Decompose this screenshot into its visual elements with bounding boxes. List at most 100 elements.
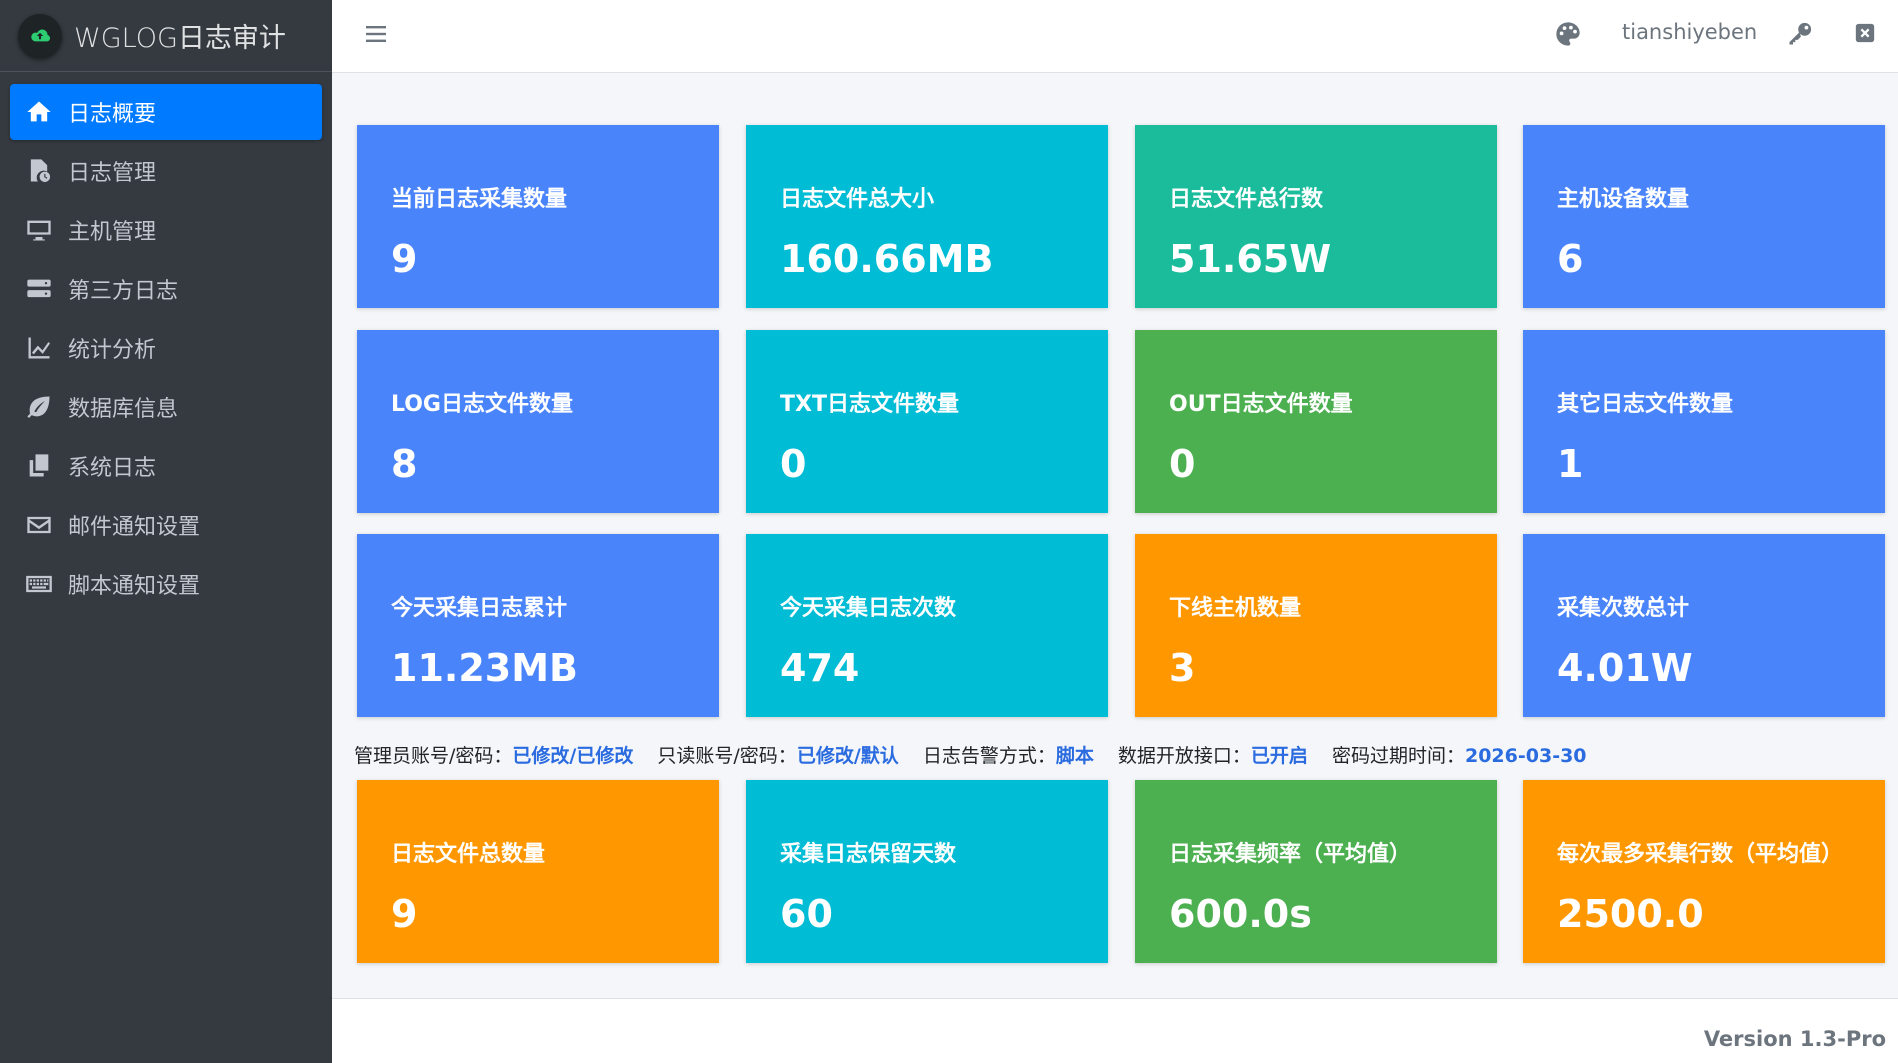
card-label: TXT日志文件数量 [780,392,959,417]
card-label: 今天采集日志次数 [780,596,957,621]
key-icon[interactable] [1786,20,1816,50]
card-value: 600.0s [1169,892,1312,936]
card-label: 当前日志采集数量 [391,187,568,212]
top-navbar: tianshiyeben [332,0,1898,73]
card-label: 日志文件总大小 [780,187,935,212]
alert-method-status: 日志告警方式：脚本 [923,745,1094,767]
card-value: 3 [1169,646,1196,690]
stat-card: OUT日志文件数量 0 [1135,330,1497,513]
sidebar-nav: 日志概要 日志管理 主机管理 第三方日志 统计分析 数据库信息 系统日志 邮件通… [0,72,332,627]
sidebar-item-label: 邮件通知设置 [68,515,201,540]
sidebar-item-overview[interactable]: 日志概要 [10,84,322,140]
info-value: 已开启 [1250,745,1308,767]
stat-card: 今天采集日志次数 474 [746,534,1108,717]
stat-card: 日志采集频率（平均值） 600.0s [1135,780,1497,963]
sidebar-item-log-management[interactable]: 日志管理 [10,143,322,199]
readonly-account-status: 只读账号/密码：已修改/默认 [657,745,898,767]
card-value: 51.65W [1169,237,1332,281]
card-value: 9 [391,237,418,281]
card-label: LOG日志文件数量 [391,392,573,417]
stat-card: 每次最多采集行数（平均值） 2500.0 [1523,780,1885,963]
card-label: 日志采集频率（平均值） [1169,842,1412,867]
sidebar-item-statistics[interactable]: 统计分析 [10,320,322,376]
stat-card: 采集日志保留天数 60 [746,780,1108,963]
card-value: 1 [1557,442,1584,486]
sidebar-item-label: 第三方日志 [68,279,179,304]
envelope-icon [24,510,54,540]
app-title: WGLOG日志审计 [74,23,286,54]
card-value: 9 [391,892,418,936]
info-value: 脚本 [1055,745,1094,767]
card-label: 下线主机数量 [1169,596,1302,621]
home-icon [24,97,54,127]
card-label: 日志文件总数量 [391,842,546,867]
sidebar-item-third-party-logs[interactable]: 第三方日志 [10,261,322,317]
username[interactable]: tianshiyeben [1622,20,1757,44]
info-label: 日志告警方式： [922,745,1056,767]
card-value: 8 [391,442,418,486]
password-expiry-status: 密码过期时间：2026-03-30 [1332,745,1587,767]
card-value: 6 [1557,237,1584,281]
stat-card: 今天采集日志累计 11.23MB [357,534,719,717]
stat-card: 当前日志采集数量 9 [357,125,719,308]
desktop-icon [24,215,54,245]
sidebar-item-label: 主机管理 [68,220,157,245]
card-label: 每次最多采集行数（平均值） [1557,842,1844,867]
server-icon [24,274,54,304]
stat-card: 采集次数总计 4.01W [1523,534,1885,717]
main-content: 当前日志采集数量 9 日志文件总大小 160.66MB 日志文件总行数 51.6… [332,73,1898,998]
footer: Version 1.3-Pro [332,998,1898,1063]
card-label: 采集日志保留天数 [780,842,957,867]
card-label: 今天采集日志累计 [391,596,568,621]
info-value: 已修改/默认 [796,745,899,767]
card-value: 11.23MB [391,646,578,690]
leaf-icon [24,392,54,422]
card-value: 0 [1169,442,1196,486]
sidebar-item-label: 日志概要 [68,102,157,127]
api-status: 数据开放接口：已开启 [1118,745,1308,767]
stat-card: 日志文件总大小 160.66MB [746,125,1108,308]
info-label: 管理员账号/密码： [354,745,513,767]
info-label: 密码过期时间： [1331,745,1465,767]
card-value: 0 [780,442,807,486]
sidebar-item-label: 系统日志 [68,456,157,481]
sidebar-item-script-notification[interactable]: 脚本通知设置 [10,556,322,612]
card-label: 日志文件总行数 [1169,187,1324,212]
sidebar-item-label: 统计分析 [68,338,157,363]
card-label: 其它日志文件数量 [1557,392,1734,417]
version-label: Version 1.3-Pro [1703,1027,1886,1051]
sidebar-item-label: 日志管理 [68,161,157,186]
chart-line-icon [24,333,54,363]
card-value: 474 [780,646,860,690]
file-clock-icon [24,156,54,186]
status-info-line: 管理员账号/密码：已修改/已修改 只读账号/密码：已修改/默认 日志告警方式：脚… [354,741,1605,768]
cloud-upload-logo-icon [18,13,62,58]
info-value: 2026-03-30 [1464,745,1587,767]
stat-card: 日志文件总行数 51.65W [1135,125,1497,308]
sidebar-item-system-logs[interactable]: 系统日志 [10,438,322,494]
sidebar-item-host-management[interactable]: 主机管理 [10,202,322,258]
sidebar-item-database-info[interactable]: 数据库信息 [10,379,322,435]
stat-card: LOG日志文件数量 8 [357,330,719,513]
stat-card: 下线主机数量 3 [1135,534,1497,717]
keyboard-icon [24,569,54,599]
sidebar: WGLOG日志审计 日志概要 日志管理 主机管理 第三方日志 统计分析 数据库信… [0,0,332,1063]
card-label: 采集次数总计 [1557,596,1690,621]
admin-account-status: 管理员账号/密码：已修改/已修改 [354,745,633,767]
card-value: 2500.0 [1557,892,1704,936]
stat-card: 主机设备数量 6 [1523,125,1885,308]
card-label: 主机设备数量 [1557,187,1690,212]
sidebar-item-label: 脚本通知设置 [68,574,201,599]
stat-card: 其它日志文件数量 1 [1523,330,1885,513]
close-icon[interactable] [1854,22,1880,48]
stat-card: TXT日志文件数量 0 [746,330,1108,513]
card-label: OUT日志文件数量 [1169,392,1353,417]
menu-toggle-icon[interactable] [364,22,392,50]
brand[interactable]: WGLOG日志审计 [0,0,332,72]
info-label: 只读账号/密码： [657,745,797,767]
info-value: 已修改/已修改 [512,745,634,767]
sidebar-item-label: 数据库信息 [68,397,179,422]
sidebar-item-email-notification[interactable]: 邮件通知设置 [10,497,322,553]
palette-icon[interactable] [1554,20,1584,50]
card-value: 60 [780,892,833,936]
